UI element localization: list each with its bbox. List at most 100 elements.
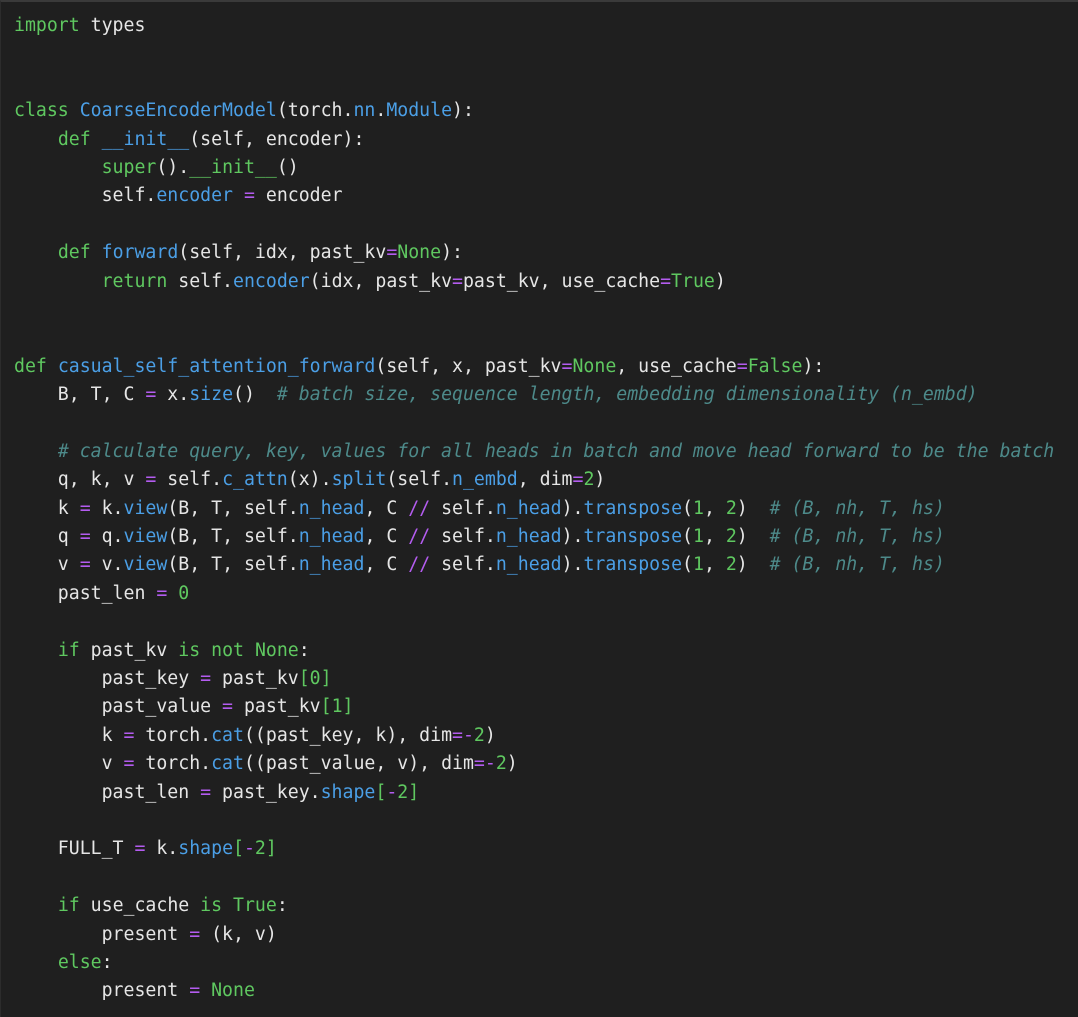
code-token: present — [14, 980, 190, 1002]
code-token: ((past_key, k), dim — [243, 724, 453, 746]
code-token: ] — [342, 696, 354, 718]
code-token: n_head — [298, 526, 365, 548]
code-line[interactable]: def casual_self_attention_forward(self, … — [14, 353, 1054, 381]
code-token: = — [660, 270, 672, 292]
code-line[interactable]: if past_kv is not None: — [14, 637, 1054, 665]
code-block[interactable]: import types class CoarseEncoderModel(to… — [14, 12, 1054, 1006]
code-token: past_len — [14, 781, 201, 803]
code-line[interactable]: q, k, v = self.c_attn(x).split(self.n_em… — [14, 466, 1054, 494]
code-token: = — [79, 526, 91, 548]
code-token: 1 — [692, 554, 704, 576]
code-token: is — [200, 895, 223, 917]
code-token: (self, encoder): — [189, 128, 365, 150]
code-token: return — [101, 270, 168, 292]
code-line[interactable]: class CoarseEncoderModel(torch.nn.Module… — [14, 97, 1054, 125]
code-token: = — [243, 185, 255, 207]
code-token: : — [298, 639, 310, 661]
code-token: cat — [211, 753, 244, 775]
code-line[interactable]: FULL_T = k.shape[-2] — [14, 835, 1054, 863]
code-token: : — [276, 895, 288, 917]
code-line[interactable] — [14, 409, 1054, 437]
code-token: 2 — [583, 469, 595, 491]
code-token: . — [375, 100, 387, 122]
code-line[interactable]: k = torch.cat((past_key, k), dim=-2) — [14, 722, 1054, 750]
code-token: past_value — [14, 696, 223, 718]
code-line[interactable]: q = q.view(B, T, self.n_head, C // self.… — [14, 523, 1054, 551]
code-token: v — [14, 554, 80, 576]
code-token: () — [233, 384, 277, 406]
code-token: CoarseEncoderModel — [79, 100, 277, 122]
code-line[interactable]: v = v.view(B, T, self.n_head, C // self.… — [14, 551, 1054, 579]
code-token: encoder — [156, 185, 234, 207]
code-line[interactable]: self.encoder = encoder — [14, 182, 1054, 210]
code-token: ) — [714, 270, 726, 292]
code-line[interactable] — [14, 40, 1054, 68]
code-line[interactable]: past_len = 0 — [14, 580, 1054, 608]
code-token: (self, idx, past_kv — [178, 242, 387, 264]
code-token: past_kv — [211, 667, 299, 689]
code-token: is — [178, 639, 201, 661]
code-token: nn — [353, 100, 376, 122]
code-line[interactable]: return self.encoder(idx, past_kv=past_kv… — [14, 268, 1054, 296]
code-line[interactable]: if use_cache is True: — [14, 892, 1054, 920]
code-token: c_attn — [222, 469, 288, 491]
code-token: [ — [298, 667, 310, 689]
code-line[interactable]: past_value = past_kv[1] — [14, 693, 1054, 721]
code-line[interactable]: def __init__(self, encoder): — [14, 126, 1054, 154]
code-line[interactable] — [14, 324, 1054, 352]
code-line[interactable]: k = k.view(B, T, self.n_head, C // self.… — [14, 495, 1054, 523]
code-token: self. — [167, 270, 234, 292]
code-token: n_head — [298, 554, 365, 576]
code-line[interactable] — [14, 608, 1054, 636]
code-token: ): — [452, 100, 474, 122]
code-line[interactable] — [14, 296, 1054, 324]
code-token: ] — [408, 781, 420, 803]
code-line[interactable] — [14, 864, 1054, 892]
code-editor[interactable]: import types class CoarseEncoderModel(to… — [0, 0, 1078, 1017]
code-line[interactable]: # calculate query, key, values for all h… — [14, 438, 1054, 466]
code-token: = — [134, 838, 146, 860]
code-token: past_key — [14, 667, 201, 689]
code-token: q — [14, 526, 80, 548]
code-line[interactable]: present = None — [14, 977, 1054, 1005]
code-token: - — [386, 781, 398, 803]
code-line[interactable] — [14, 69, 1054, 97]
code-line[interactable]: v = torch.cat((past_value, v), dim=-2) — [14, 750, 1054, 778]
code-line[interactable]: super().__init__() — [14, 154, 1054, 182]
code-token: 2 — [725, 526, 737, 548]
code-token: ). — [561, 497, 584, 519]
code-token: past_key. — [211, 781, 321, 803]
code-token: ) — [736, 526, 770, 548]
code-token: ) — [594, 469, 606, 491]
code-token: k. — [145, 838, 179, 860]
code-token: (). — [156, 156, 190, 178]
code-token: encoder — [254, 185, 343, 207]
code-line[interactable] — [14, 211, 1054, 239]
code-token: (idx, past_kv — [309, 270, 453, 292]
code-token: 0 — [178, 582, 190, 604]
code-line[interactable]: else: — [14, 949, 1054, 977]
code-token: transpose — [583, 526, 683, 548]
code-line[interactable]: present = (k, v) — [14, 921, 1054, 949]
code-line[interactable] — [14, 807, 1054, 835]
code-token: past_kv, use_cache — [462, 270, 661, 292]
code-token: view — [123, 526, 168, 548]
code-line[interactable]: def forward(self, idx, past_kv=None): — [14, 239, 1054, 267]
code-token: torch. — [134, 753, 212, 775]
code-line[interactable]: past_len = past_key.shape[-2] — [14, 779, 1054, 807]
code-token: def — [57, 242, 91, 264]
code-token: = — [200, 667, 212, 689]
code-token: view — [123, 497, 168, 519]
code-line[interactable]: past_key = past_kv[0] — [14, 665, 1054, 693]
code-token: import — [14, 15, 80, 36]
code-line[interactable]: import types — [14, 12, 1054, 40]
code-token: # (B, nh, T, hs) — [769, 497, 945, 519]
code-line[interactable]: B, T, C = x.size() # batch size, sequenc… — [14, 381, 1054, 409]
code-token: (B, T, self. — [167, 497, 299, 519]
code-token: : — [101, 951, 113, 973]
code-token: , C — [364, 497, 409, 519]
